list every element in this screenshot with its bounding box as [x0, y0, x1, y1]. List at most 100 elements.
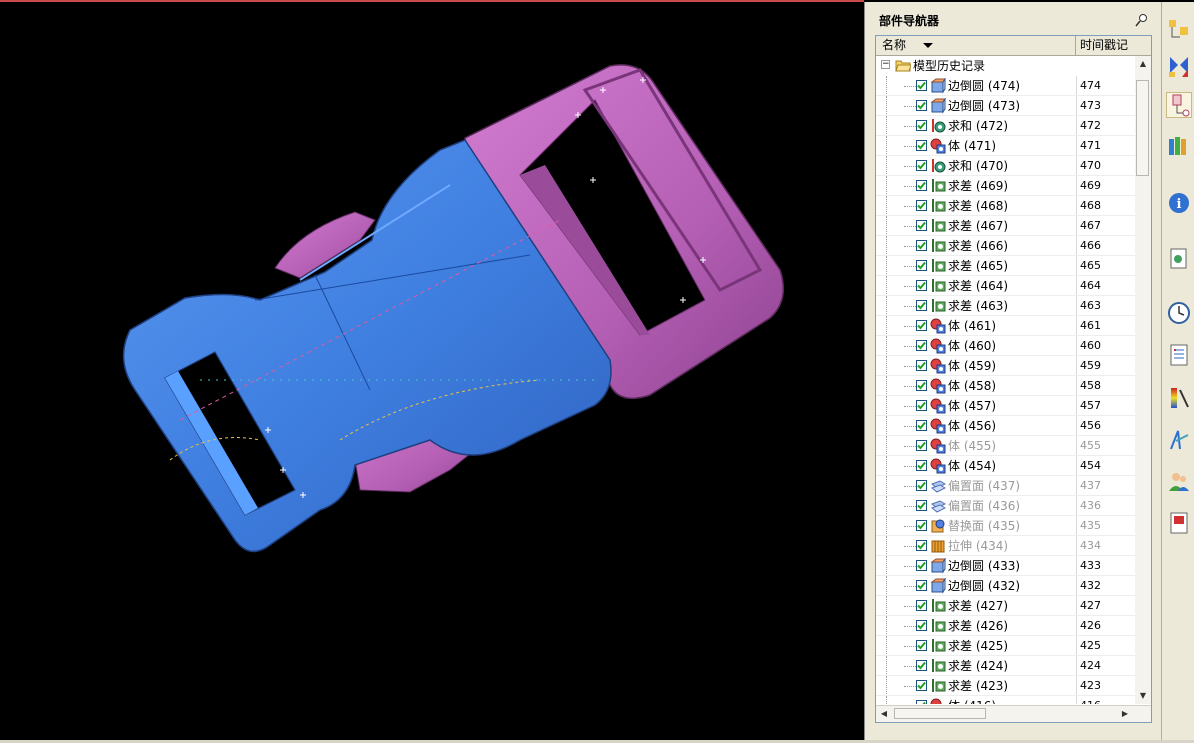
scroll-up-icon[interactable]: ▲ [1135, 56, 1151, 72]
visibility-checkbox[interactable] [916, 700, 927, 704]
feature-label: 体 (456) [948, 419, 997, 433]
scroll-down-icon[interactable]: ▼ [1135, 688, 1151, 704]
tree-row[interactable]: 求差 (427) 427 [876, 596, 1135, 616]
visibility-checkbox[interactable] [916, 100, 927, 111]
information-button[interactable]: i [1166, 190, 1192, 216]
visibility-checkbox[interactable] [916, 260, 927, 271]
visibility-checkbox[interactable] [916, 80, 927, 91]
tree-row[interactable]: 替换面 (435) 435 [876, 516, 1135, 536]
graphics-viewport[interactable] [0, 0, 864, 743]
visibility-checkbox[interactable] [916, 480, 927, 491]
tree-row[interactable]: 求差 (425) 425 [876, 636, 1135, 656]
tree-row[interactable]: 边倒圆 (473) 473 [876, 96, 1135, 116]
visibility-checkbox[interactable] [916, 580, 927, 591]
tree-row[interactable]: 求差 (424) 424 [876, 656, 1135, 676]
tree-row[interactable]: 边倒圆 (432) 432 [876, 576, 1135, 596]
visibility-checkbox[interactable] [916, 640, 927, 651]
pin-icon[interactable] [1135, 13, 1149, 27]
tree-row[interactable]: 体 (471) 471 [876, 136, 1135, 156]
vertical-scroll-thumb[interactable] [1136, 80, 1149, 176]
visibility-checkbox[interactable] [916, 220, 927, 231]
history-button[interactable] [1166, 300, 1192, 326]
buckle-3d-model[interactable] [0, 0, 864, 743]
tree-row[interactable]: 体 (416) 416 [876, 696, 1135, 704]
visibility-checkbox[interactable] [916, 180, 927, 191]
tree-row[interactable]: 求差 (468) 468 [876, 196, 1135, 216]
tree-row[interactable]: 求和 (470) 470 [876, 156, 1135, 176]
tree-root-node[interactable]: − 模型历史记录 [876, 56, 1135, 76]
tree-row[interactable]: 求差 (464) 464 [876, 276, 1135, 296]
tree-row[interactable]: 求差 (465) 465 [876, 256, 1135, 276]
tree-row[interactable]: 求差 (423) 423 [876, 676, 1135, 696]
subtract-icon [932, 279, 946, 292]
edge-blend-icon [930, 78, 946, 94]
column-header-timestamp[interactable]: 时间戳记 [1077, 36, 1151, 55]
body-icon [930, 458, 946, 474]
reuse-library-button[interactable] [1166, 133, 1192, 159]
visibility-checkbox[interactable] [916, 240, 927, 251]
column-header-name[interactable]: 名称 [876, 36, 1076, 55]
tree-row[interactable]: 体 (455) 455 [876, 436, 1135, 456]
visibility-checkbox[interactable] [916, 500, 927, 511]
tree-row[interactable]: 求和 (472) 472 [876, 116, 1135, 136]
column-divider [1076, 216, 1077, 236]
tree-row[interactable]: 体 (460) 460 [876, 336, 1135, 356]
tree-row[interactable]: 求差 (466) 466 [876, 236, 1135, 256]
visibility-checkbox[interactable] [916, 400, 927, 411]
visibility-checkbox[interactable] [916, 320, 927, 331]
vertical-scrollbar[interactable]: ▲ ▼ [1135, 56, 1151, 704]
visibility-checkbox[interactable] [916, 440, 927, 451]
tree-row[interactable]: 边倒圆 (433) 433 [876, 556, 1135, 576]
roles-button[interactable] [1166, 469, 1192, 495]
web-browser-button[interactable] [1166, 246, 1192, 272]
tree-row[interactable]: 求差 (469) 469 [876, 176, 1135, 196]
scroll-left-icon[interactable]: ◀ [876, 706, 892, 722]
visibility-checkbox[interactable] [916, 280, 927, 291]
tree-row[interactable]: 体 (458) 458 [876, 376, 1135, 396]
visibility-checkbox[interactable] [916, 460, 927, 471]
tree-row[interactable]: 体 (461) 461 [876, 316, 1135, 336]
visibility-checkbox[interactable] [916, 340, 927, 351]
horizontal-scrollbar[interactable]: ◀ ▶ [876, 705, 1151, 722]
horizontal-scroll-thumb[interactable] [894, 708, 986, 719]
tree-row[interactable]: 拉伸 (434) 434 [876, 536, 1135, 556]
visibility-checkbox[interactable] [916, 560, 927, 571]
tree-row[interactable]: 求差 (463) 463 [876, 296, 1135, 316]
visibility-checkbox[interactable] [916, 140, 927, 151]
collapse-icon[interactable]: − [881, 60, 890, 69]
visibility-checkbox[interactable] [916, 420, 927, 431]
visibility-checkbox[interactable] [916, 160, 927, 171]
tree-row[interactable]: 求差 (467) 467 [876, 216, 1135, 236]
sort-arrow-icon[interactable] [923, 43, 933, 48]
navigator-tree[interactable]: 名称 时间戳记 − 模型历史记录 边倒圆 (474) 474 边倒圆 (473) 47… [875, 35, 1152, 723]
visibility-checkbox[interactable] [916, 600, 927, 611]
visibility-checkbox[interactable] [916, 300, 927, 311]
tree-row[interactable]: 偏置面 (436) 436 [876, 496, 1135, 516]
column-divider [1076, 136, 1077, 156]
tree-row[interactable]: 体 (459) 459 [876, 356, 1135, 376]
tree-row[interactable]: 体 (454) 454 [876, 456, 1135, 476]
system-materials-button[interactable] [1166, 342, 1192, 368]
tree-row[interactable]: 偏置面 (437) 437 [876, 476, 1135, 496]
scroll-right-icon[interactable]: ▶ [1117, 706, 1133, 722]
tree-row[interactable]: 体 (457) 457 [876, 396, 1135, 416]
tree-connector [886, 96, 887, 116]
system-scenes-button[interactable] [1166, 510, 1192, 536]
tree-row[interactable]: 体 (456) 456 [876, 416, 1135, 436]
constraint-navigator-button[interactable] [1166, 53, 1192, 79]
visibility-checkbox[interactable] [916, 380, 927, 391]
visibility-checkbox[interactable] [916, 360, 927, 371]
visibility-checkbox[interactable] [916, 620, 927, 631]
visibility-checkbox[interactable] [916, 540, 927, 551]
visibility-checkbox[interactable] [916, 120, 927, 131]
visualization-button[interactable] [1166, 385, 1192, 411]
tree-row[interactable]: 边倒圆 (474) 474 [876, 76, 1135, 96]
assembly-navigator-button[interactable] [1166, 17, 1192, 43]
visibility-checkbox[interactable] [916, 660, 927, 671]
visibility-checkbox[interactable] [916, 680, 927, 691]
part-navigator-button[interactable] [1166, 92, 1192, 118]
visibility-checkbox[interactable] [916, 520, 927, 531]
tree-row[interactable]: 求差 (426) 426 [876, 616, 1135, 636]
visibility-checkbox[interactable] [916, 200, 927, 211]
process-studio-button[interactable] [1166, 427, 1192, 453]
